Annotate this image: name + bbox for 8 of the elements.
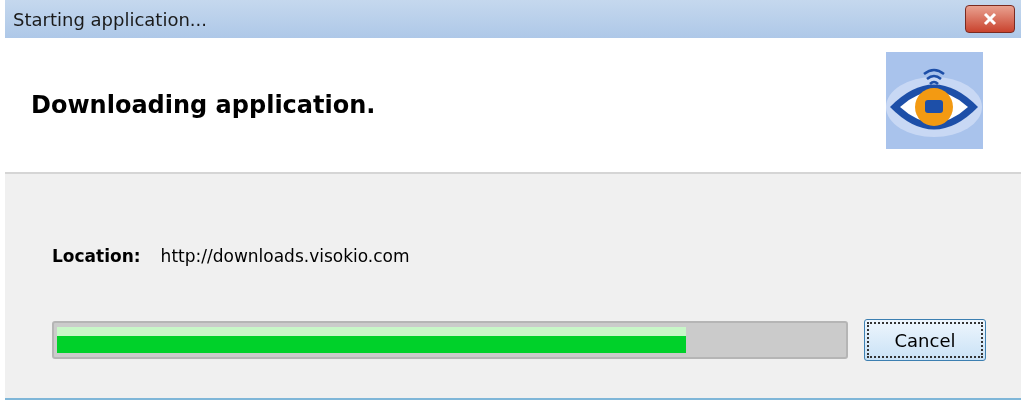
close-icon [982, 12, 998, 26]
heading: Downloading application. [31, 91, 376, 119]
location-label: Location: [52, 246, 141, 266]
window-title: Starting application... [13, 8, 207, 30]
cancel-button[interactable]: Cancel [864, 319, 986, 361]
close-button[interactable] [965, 5, 1015, 33]
eye-logo-icon [886, 51, 983, 149]
location-url: http://downloads.visokio.com [160, 246, 410, 266]
